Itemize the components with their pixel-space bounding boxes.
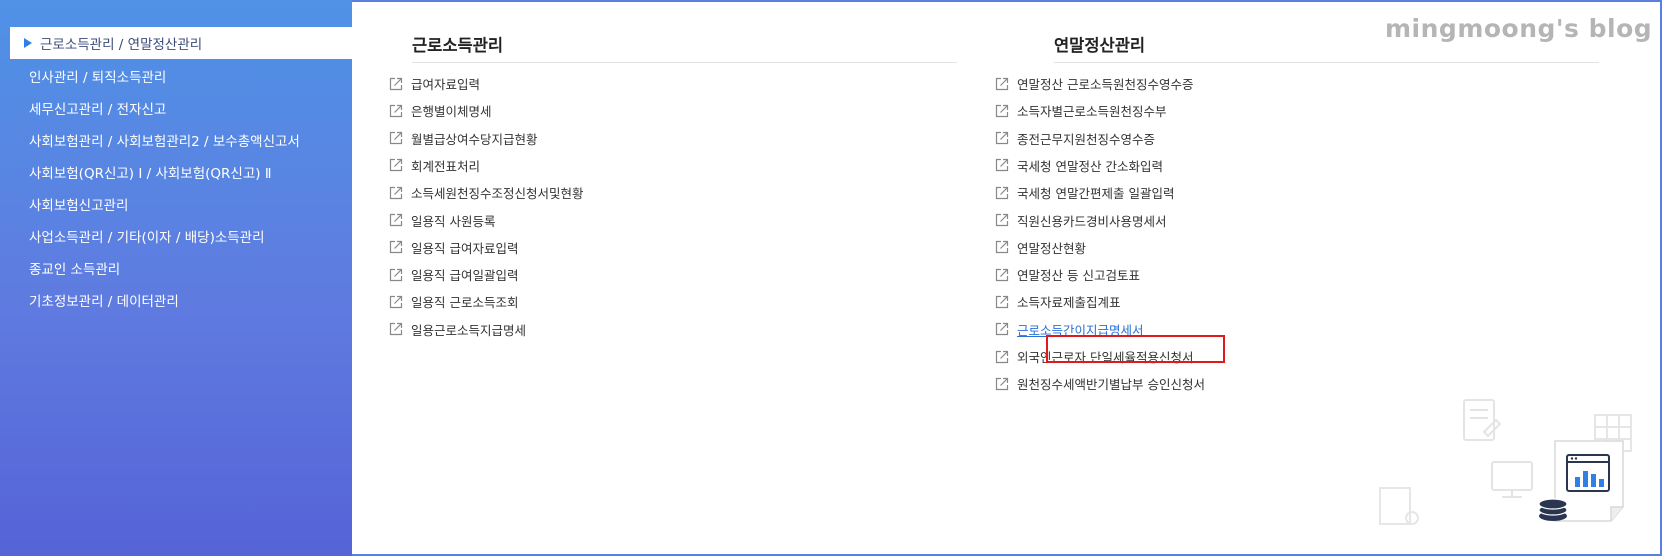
external-link-icon: [389, 323, 403, 336]
right-column-title: 연말정산관리: [1054, 36, 1146, 55]
menu-link-label: 소득자료제출집계표: [1017, 295, 1121, 311]
highlight-box: [1046, 335, 1225, 363]
menu-link[interactable]: 월별급상여수당지급현황: [389, 129, 538, 148]
external-link-icon: [389, 77, 403, 90]
menu-link-label: 월별급상여수당지급현황: [411, 131, 538, 147]
menu-link[interactable]: 일용직 급여일괄입력: [389, 265, 518, 284]
external-link-icon: [389, 186, 403, 199]
divider: [412, 62, 957, 63]
divider: [1054, 62, 1599, 63]
menu-link[interactable]: 소득세원천징수조정신청서및현황: [389, 183, 584, 202]
sidebar-item-business-income[interactable]: 사업소득관리 / 기타(이자 / 배당)소득관리: [29, 226, 265, 246]
external-link-icon: [995, 241, 1009, 254]
external-link-icon: [995, 268, 1009, 281]
coins-icon: [1538, 498, 1568, 521]
sidebar: 근로소득관리 / 연말정산관리 인사관리 / 퇴직소득관리 세무신고관리 / 전…: [0, 0, 355, 556]
menu-link-label: 일용직 사원등록: [411, 213, 496, 229]
sidebar-item-religious-income[interactable]: 종교인 소득관리: [29, 258, 120, 278]
external-link-icon: [995, 350, 1009, 363]
menu-link[interactable]: 일용직 근로소득조회: [389, 292, 518, 311]
sidebar-item-insurance-report[interactable]: 사회보험신고관리: [29, 194, 128, 214]
external-link-icon: [995, 131, 1009, 145]
menu-link[interactable]: 연말정산 등 신고검토표: [995, 265, 1140, 284]
menu-link[interactable]: 직원신용카드경비사용명세서: [995, 211, 1167, 230]
main-panel: 근로소득관리 연말정산관리 급여자료입력은행별이체명세월별급상여수당지급현황회계…: [352, 2, 1658, 552]
external-link-icon: [995, 213, 1009, 227]
menu-link-label: 일용직 근로소득조회: [411, 295, 519, 311]
external-link-icon: [995, 323, 1009, 336]
external-link-icon: [389, 104, 403, 117]
sidebar-item-insurance[interactable]: 사회보험관리 / 사회보험관리2 / 보수총액신고서: [29, 130, 300, 150]
menu-link[interactable]: 소득자료제출집계표: [995, 292, 1121, 311]
sidebar-item-label: 근로소득관리 / 연말정산관리: [40, 37, 203, 53]
menu-link-label: 일용근로소득지급명세: [411, 322, 527, 338]
external-link-icon: [995, 186, 1009, 199]
menu-link-label: 급여자료입력: [411, 77, 481, 92]
sidebar-item-hr[interactable]: 인사관리 / 퇴직소득관리: [29, 66, 166, 86]
menu-link[interactable]: 회계전표처리: [389, 156, 480, 175]
left-column-title: 근로소득관리: [412, 36, 504, 55]
menu-link-label: 은행별이체명세: [411, 104, 492, 120]
menu-link-label: 종전근무지원천징수영수증: [1017, 131, 1156, 147]
menu-link[interactable]: 원천징수세액반기별납부 승인신청서: [995, 374, 1205, 393]
external-link-icon: [389, 268, 403, 281]
sidebar-item-basic-info[interactable]: 기초정보관리 / 데이터관리: [29, 290, 179, 310]
notebook-icon: [1463, 399, 1502, 441]
menu-link[interactable]: 일용근로소득지급명세: [389, 320, 526, 339]
menu-link-label: 연말정산현황: [1017, 240, 1087, 256]
menu-link[interactable]: 국세청 연말간편제출 일괄입력: [995, 183, 1174, 202]
watermark: mingmoong's blog: [1385, 14, 1653, 43]
menu-link[interactable]: 연말정산 근로소득원천징수영수증: [995, 74, 1193, 93]
menu-link-label: 연말정산 근로소득원천징수영수증: [1017, 77, 1194, 92]
sidebar-item-active[interactable]: 근로소득관리 / 연말정산관리: [10, 27, 355, 59]
menu-link-label: 일용직 급여일괄입력: [411, 268, 519, 284]
external-link-icon: [995, 377, 1009, 390]
menu-link-label: 직원신용카드경비사용명세서: [1017, 213, 1167, 229]
external-link-icon: [995, 104, 1009, 117]
menu-link-label: 일용직 급여자료입력: [411, 240, 519, 256]
menu-link[interactable]: 일용직 사원등록: [389, 211, 495, 230]
menu-link-label: 국세청 연말간편제출 일괄입력: [1017, 186, 1175, 202]
sidebar-item-insurance-qr[interactable]: 사회보험(QR신고) Ⅰ / 사회보험(QR신고) Ⅱ: [29, 162, 271, 182]
menu-link[interactable]: 일용직 급여자료입력: [389, 238, 518, 257]
external-link-icon: [995, 77, 1009, 90]
document-gear-icon: [1379, 487, 1419, 525]
menu-link[interactable]: 연말정산현황: [995, 238, 1086, 257]
menu-link-label: 소득자별근로소득원천징수부: [1017, 104, 1167, 120]
triangle-right-icon: [24, 38, 32, 48]
external-link-icon: [995, 159, 1009, 172]
menu-link[interactable]: 종전근무지원천징수영수증: [995, 129, 1155, 148]
sidebar-item-tax[interactable]: 세무신고관리 / 전자신고: [29, 98, 166, 118]
external-link-icon: [995, 295, 1009, 308]
external-link-icon: [389, 131, 403, 145]
menu-link-label: 회계전표처리: [411, 158, 481, 174]
monitor-icon: [1491, 461, 1533, 498]
external-link-icon: [389, 295, 403, 308]
external-link-icon: [389, 159, 403, 172]
menu-link-label: 연말정산 등 신고검토표: [1017, 268, 1140, 284]
menu-link-label: 국세청 연말정산 간소화입력: [1017, 158, 1163, 174]
external-link-icon: [389, 213, 403, 227]
menu-link-label: 원천징수세액반기별납부 승인신청서: [1017, 377, 1205, 393]
menu-link[interactable]: 소득자별근로소득원천징수부: [995, 101, 1167, 120]
menu-link[interactable]: 은행별이체명세: [389, 101, 492, 120]
menu-link-label: 소득세원천징수조정신청서및현황: [411, 186, 584, 202]
menu-link[interactable]: 급여자료입력: [389, 74, 480, 93]
menu-link[interactable]: 국세청 연말정산 간소화입력: [995, 156, 1163, 175]
external-link-icon: [389, 241, 403, 254]
